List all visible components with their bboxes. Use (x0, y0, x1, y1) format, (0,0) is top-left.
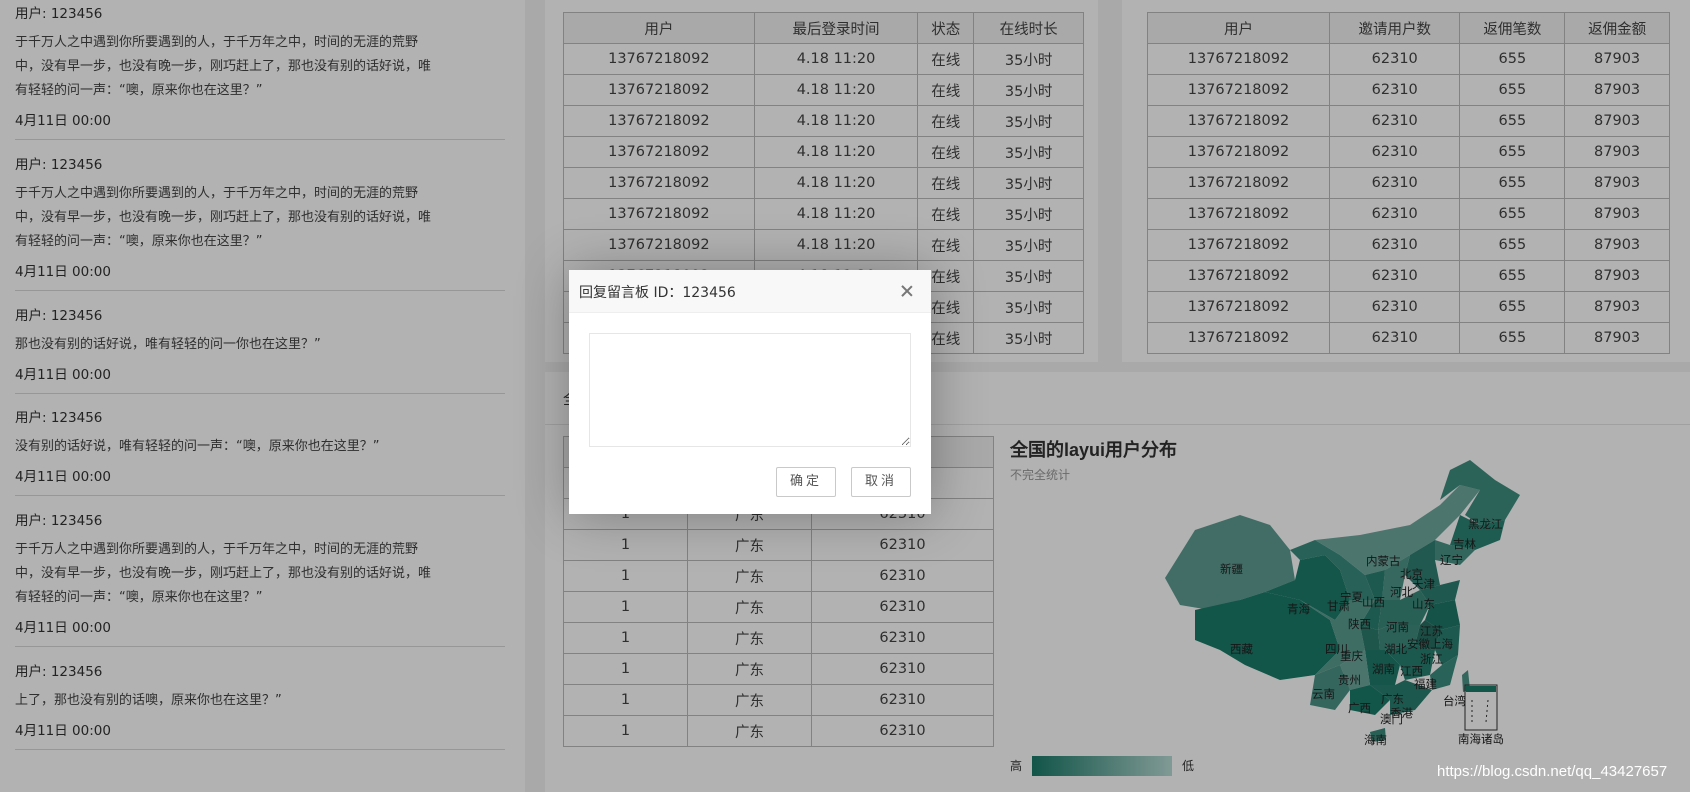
confirm-button[interactable]: 确定 (776, 467, 836, 497)
reply-dialog: 回复留言板 ID：123456 确定 取消 (569, 270, 931, 514)
app-stage: 用户: 123456 于千万人之中遇到你所要遇到的人，于千万年之中，时间的无涯的荒… (0, 0, 1690, 792)
reply-textarea[interactable] (589, 333, 911, 447)
watermark-text: https://blog.csdn.net/qq_43427657 (1437, 763, 1668, 780)
cancel-button[interactable]: 取消 (851, 467, 911, 497)
dialog-header: 回复留言板 ID：123456 (569, 270, 931, 313)
dialog-title: 回复留言板 ID：123456 (579, 285, 736, 301)
close-icon[interactable] (901, 285, 913, 297)
